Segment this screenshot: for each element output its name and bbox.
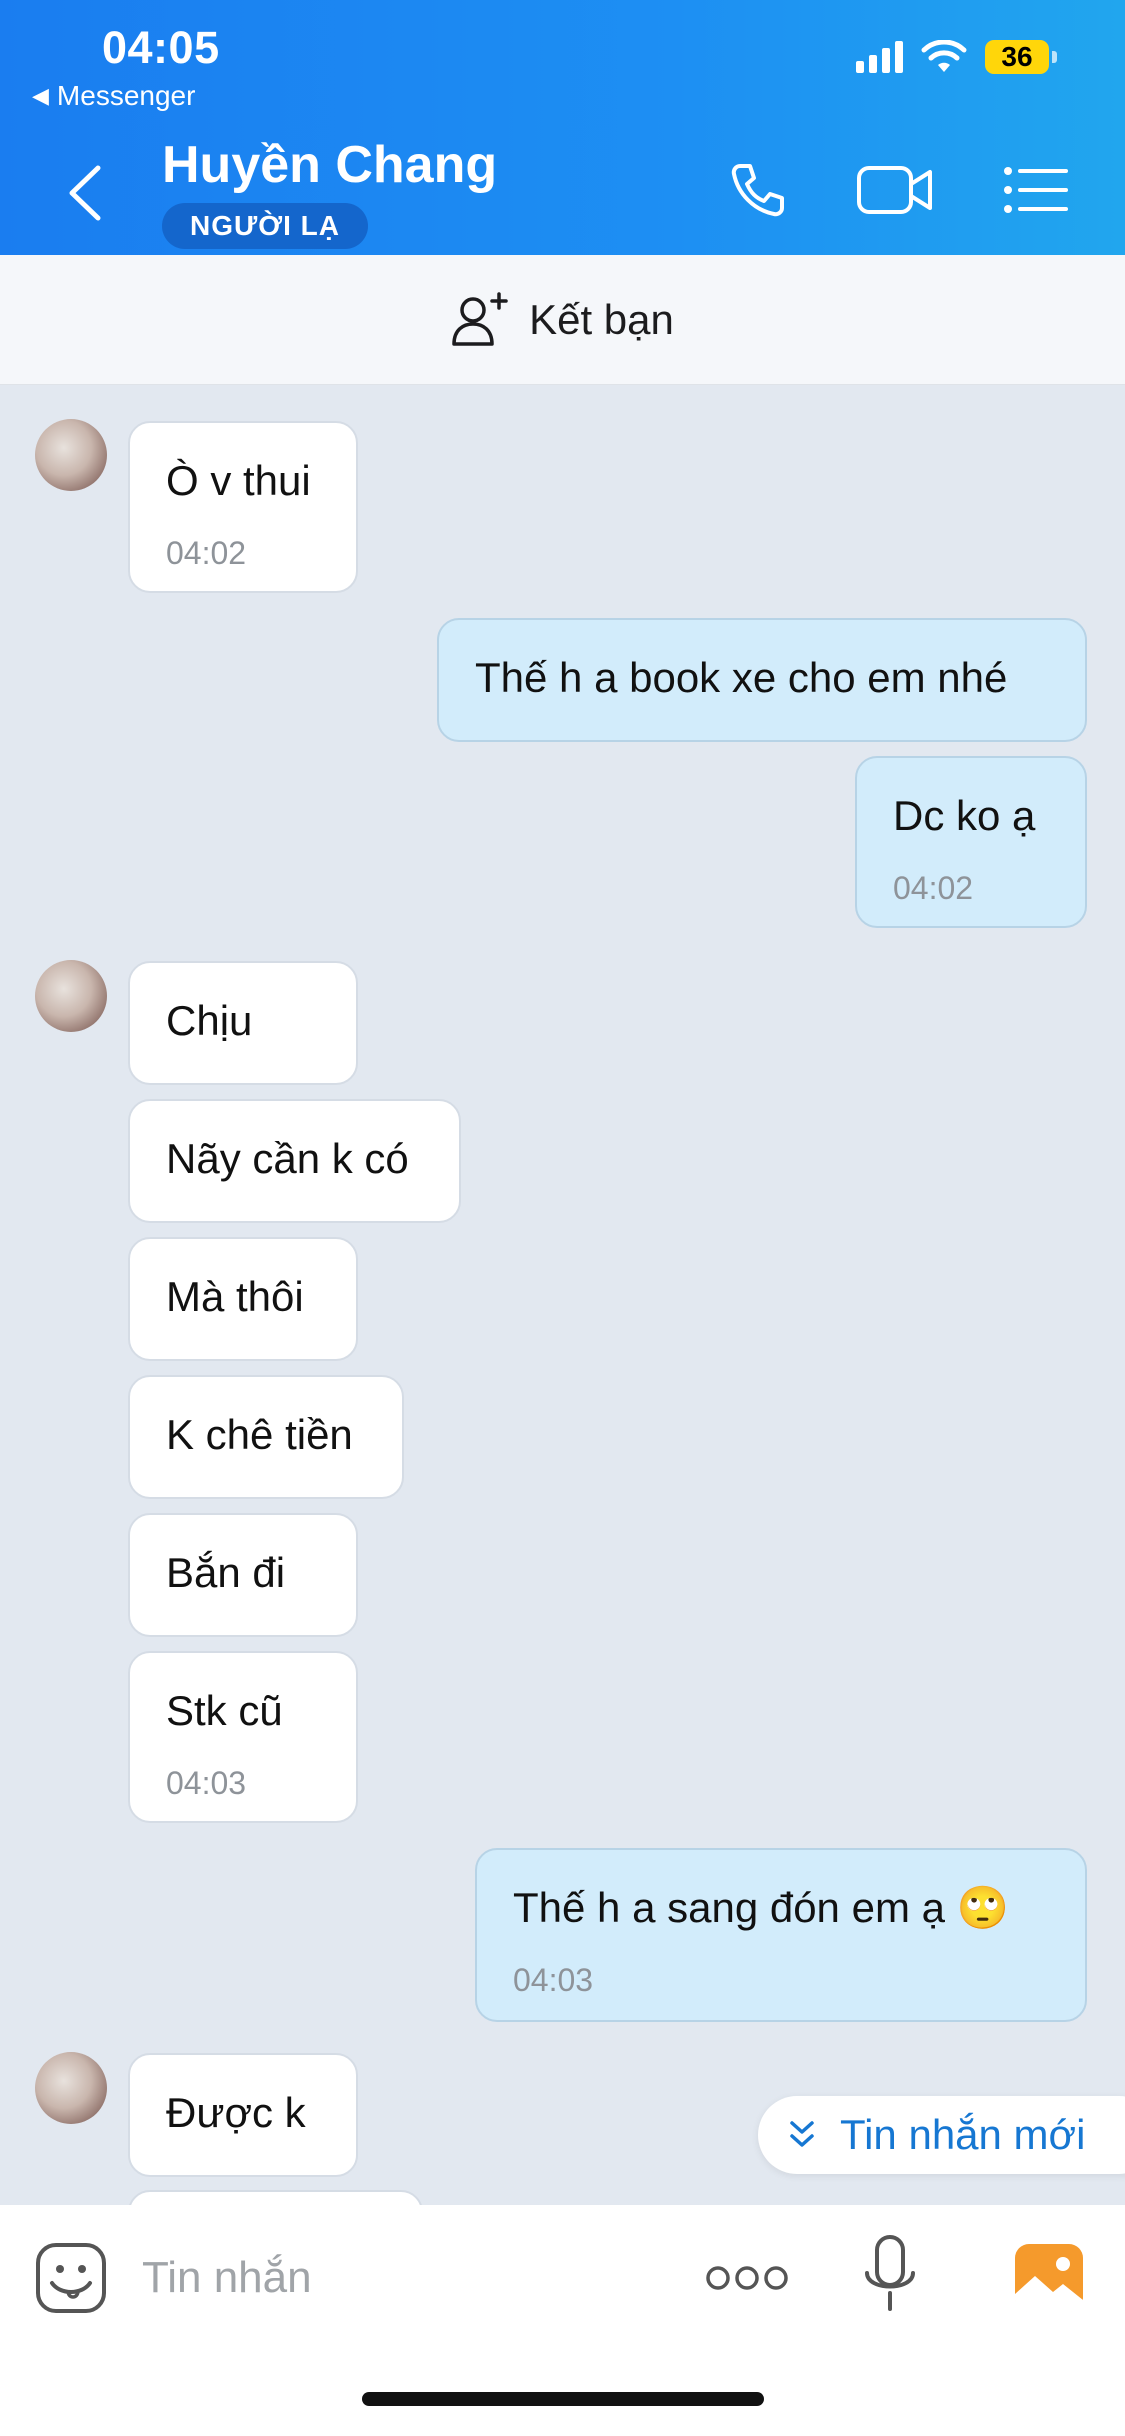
message-bubble-incoming[interactable]: Mà thôi <box>128 1237 358 1361</box>
message-text: Chịu <box>166 997 253 1044</box>
status-time: 04:05 <box>102 22 220 73</box>
message-bubble-incoming[interactable]: Bắn đi <box>128 1513 358 1637</box>
avatar[interactable] <box>35 960 107 1032</box>
message-text: Ò v thui <box>166 457 311 504</box>
message-text: Stk cũ <box>166 1687 283 1734</box>
message-text: Nãy cần k có <box>166 1135 409 1182</box>
message-bubble-incoming[interactable]: Được k <box>128 2053 358 2177</box>
cellular-signal-icon <box>856 41 903 73</box>
message-time: 04:03 <box>513 1962 594 1998</box>
message-text: Bắn đi <box>166 1549 286 1596</box>
back-icon[interactable] <box>60 158 110 228</box>
message-text: Được k <box>166 2089 306 2136</box>
message-bubble-outgoing[interactable]: Dc ko ạ 04:02 <box>855 756 1087 928</box>
avatar[interactable] <box>35 419 107 491</box>
message-input[interactable]: Tin nhắn <box>142 2253 312 2303</box>
message-time: 04:02 <box>893 870 974 906</box>
message-bubble-incoming[interactable]: Stk cũ 04:03 <box>128 1651 358 1823</box>
message-list[interactable]: Ò v thui 04:02 Thế h a book xe cho em nh… <box>0 385 1125 2205</box>
new-messages-label: Tin nhắn mới <box>840 2111 1086 2158</box>
add-friend-icon <box>452 291 508 346</box>
sticker-icon[interactable] <box>34 2241 108 2315</box>
message-bubble-partial <box>128 2190 423 2205</box>
status-icons: 36 <box>856 40 1057 74</box>
new-messages-button[interactable]: Tin nhắn mới <box>758 2096 1125 2174</box>
message-time: 04:03 <box>166 1765 247 1801</box>
wifi-icon <box>921 40 967 72</box>
home-indicator[interactable] <box>362 2392 764 2406</box>
phone-icon[interactable] <box>718 155 798 225</box>
message-bubble-incoming[interactable]: K chê tiền <box>128 1375 404 1499</box>
avatar[interactable] <box>35 2052 107 2124</box>
battery-level: 36 <box>985 40 1049 74</box>
add-friend-bar[interactable]: Kết bạn <box>0 255 1125 385</box>
message-text: Thế h a book xe cho em nhé <box>475 654 1008 701</box>
back-to-app[interactable]: ◀ Messenger <box>32 80 195 112</box>
stranger-badge: NGƯỜI LẠ <box>162 203 368 249</box>
message-text: Dc ko ạ <box>893 792 1036 839</box>
message-bubble-outgoing[interactable]: Thế h a book xe cho em nhé <box>437 618 1087 742</box>
back-triangle-icon: ◀ <box>32 83 49 108</box>
more-icon[interactable] <box>706 2259 788 2297</box>
message-bubble-incoming[interactable]: Nãy cần k có <box>128 1099 461 1223</box>
message-bubble-incoming[interactable]: Chịu <box>128 961 358 1085</box>
message-text: K chê tiền <box>166 1411 353 1458</box>
chat-header: 04:05 ◀ Messenger 36 Huyền Chang NGƯỜI L… <box>0 0 1125 255</box>
message-time: 04:02 <box>166 535 247 571</box>
microphone-icon[interactable] <box>862 2233 918 2317</box>
message-bubble-incoming[interactable]: Ò v thui 04:02 <box>128 421 358 593</box>
message-bubble-outgoing[interactable]: Thế h a sang đón em ạ 🙄 04:03 <box>475 1848 1087 2022</box>
chevrons-down-icon <box>790 2121 814 2147</box>
contact-name[interactable]: Huyền Chang <box>162 135 497 195</box>
back-app-label: Messenger <box>56 80 196 111</box>
video-call-icon[interactable] <box>855 155 935 225</box>
message-text: Thế h a sang đón em ạ 🙄 <box>513 1884 1009 1931</box>
battery-icon: 36 <box>985 40 1057 74</box>
image-icon[interactable] <box>1013 2242 1085 2314</box>
list-menu-icon[interactable] <box>995 155 1075 225</box>
add-friend-label: Kết bạn <box>529 295 674 343</box>
message-text: Mà thôi <box>166 1273 304 1320</box>
